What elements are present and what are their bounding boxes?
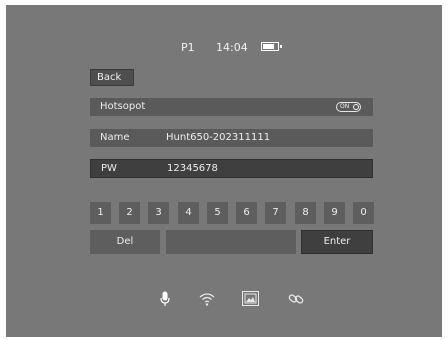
key-8[interactable]: 8 bbox=[295, 202, 316, 224]
key-3[interactable]: 3 bbox=[148, 202, 169, 224]
key-1[interactable]: 1 bbox=[90, 202, 111, 224]
password-value: 12345678 bbox=[167, 163, 218, 174]
key-2[interactable]: 2 bbox=[119, 202, 140, 224]
preset-indicator: P1 bbox=[181, 41, 195, 54]
name-row[interactable]: Name Hunt650-202311111 bbox=[90, 129, 373, 147]
clock: 14:04 bbox=[216, 41, 248, 54]
hotspot-row[interactable]: Hotsopot ON bbox=[90, 98, 373, 116]
key-6[interactable]: 6 bbox=[236, 202, 257, 224]
battery-icon bbox=[261, 42, 282, 51]
hotspot-toggle[interactable]: ON bbox=[336, 102, 361, 112]
status-bar: P1 14:04 bbox=[6, 39, 442, 55]
battery-level-fill bbox=[263, 44, 274, 49]
delete-key[interactable]: Del bbox=[90, 230, 160, 254]
back-button[interactable]: Back bbox=[90, 69, 134, 86]
hotspot-label: Hotsopot bbox=[100, 101, 146, 112]
image-frame-icon[interactable] bbox=[242, 291, 259, 306]
key-4[interactable]: 4 bbox=[178, 202, 199, 224]
key-7[interactable]: 7 bbox=[265, 202, 286, 224]
password-label: PW bbox=[101, 163, 117, 174]
enter-key[interactable]: Enter bbox=[301, 230, 373, 254]
wifi-icon[interactable] bbox=[199, 291, 215, 307]
key-5[interactable]: 5 bbox=[207, 202, 228, 224]
toggle-on-text: ON bbox=[340, 103, 350, 110]
device-screen: P1 14:04 Back Hotsopot ON Name Hunt650-2… bbox=[6, 5, 442, 337]
toggle-knob bbox=[353, 104, 359, 110]
link-icon[interactable] bbox=[288, 291, 304, 307]
bottom-toolbar bbox=[6, 291, 442, 309]
microphone-icon[interactable] bbox=[160, 291, 170, 307]
key-0[interactable]: 0 bbox=[353, 202, 374, 224]
space-key[interactable] bbox=[166, 230, 296, 254]
name-value: Hunt650-202311111 bbox=[166, 132, 271, 143]
battery-tip bbox=[280, 45, 282, 48]
key-9[interactable]: 9 bbox=[324, 202, 345, 224]
password-row[interactable]: PW 12345678 bbox=[90, 159, 373, 178]
name-label: Name bbox=[100, 132, 130, 143]
